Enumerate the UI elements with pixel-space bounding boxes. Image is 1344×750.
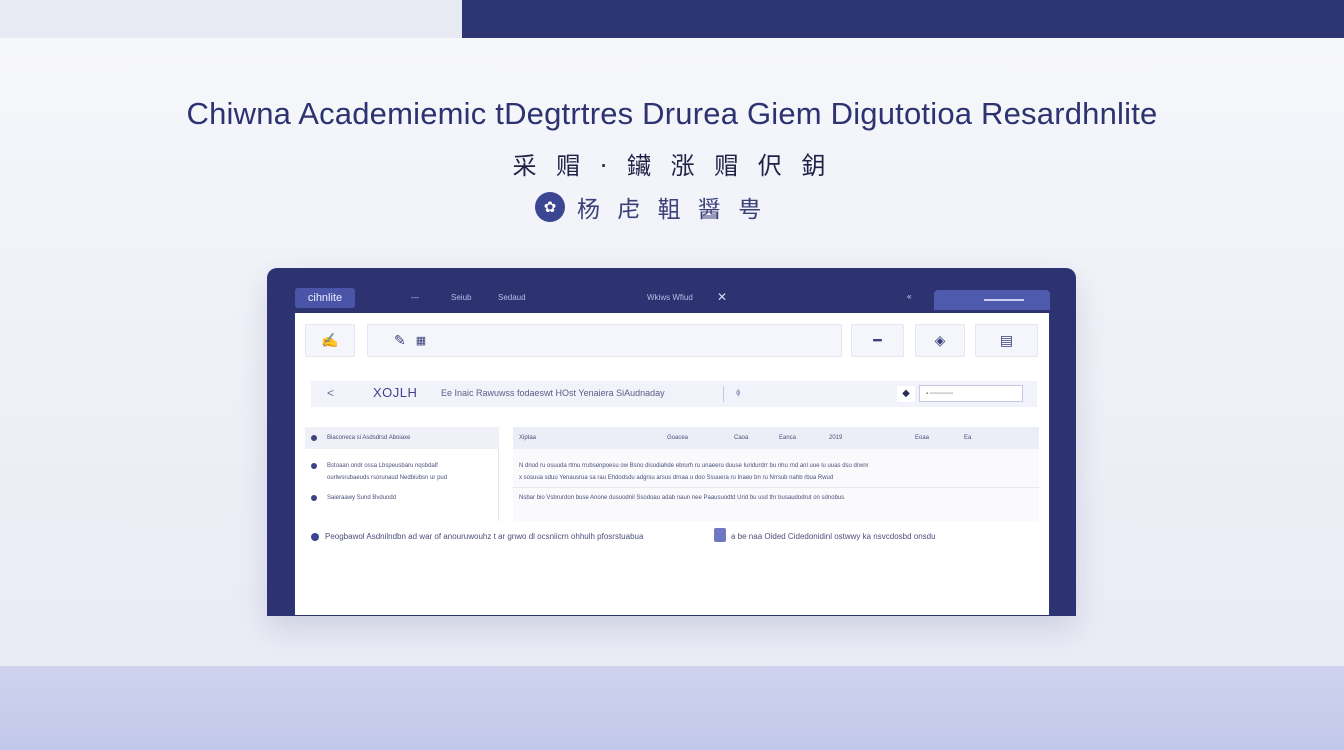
table-header: Xiptaa Goacea Caoa Eanca 2019 Eoaa Ea [513,427,1039,449]
document-toolbar[interactable]: ✎ ▦ [367,324,842,357]
nav-link-dash[interactable]: — [411,293,419,302]
report-icon[interactable]: ▤ [975,324,1038,357]
table-row[interactable]: Nsbar bio Vsbrurdon buse Anone dusuodnil… [519,495,844,501]
header-bullet-icon [311,435,317,441]
app-topbar: cihnlite — Seiub Sedaud Wkiws Wfiud ✕ « [295,288,1050,313]
col-header[interactable]: Eoaa [915,435,929,441]
topbar-search[interactable] [934,290,1050,310]
document-icon: ✎ [394,332,406,348]
table-row[interactable]: x sosuua sduu Yenausrua sa rau Ehdodsdu … [519,475,833,481]
left-panel-header: Biaconeca si Asdsdrsd Aboiaxe [305,427,499,449]
hero-subline: 采 赗 · 鑶 涨 赗 伬 鈅 [512,152,832,180]
back-icon[interactable]: < [327,386,334,400]
minus-button[interactable]: ━ [851,324,904,357]
search-input[interactable] [919,385,1023,402]
hero-headline: Chiwna Academiemic tDegtrtres Drurea Gie… [186,96,1158,131]
search-pill-bar [984,299,1024,301]
row-bullet-icon [311,495,317,501]
col-header[interactable]: Caoa [734,435,748,441]
footer-note-text: Peogbawol Asdnilndbn ad war of anouruwou… [325,532,644,541]
row-bullet-icon [311,463,317,469]
list-item[interactable]: Bstoaan ondr ossa Lbspeusbaru nqsbdalf [327,463,438,469]
bookmark-icon[interactable] [714,528,726,542]
info-icon [311,533,319,541]
ink-drop-icon[interactable]: ◈ [915,324,965,357]
right-panel: Xiptaa Goacea Caoa Eanca 2019 Eoaa Ea N … [513,427,1039,521]
left-header-text: Biaconeca si Asdsdrsd Aboiaxe [327,435,411,441]
nav-link-search[interactable]: Seiub [451,293,471,302]
top-strip [0,0,1344,38]
row-divider [513,487,1039,488]
scholar-icon[interactable]: ✍ [305,324,355,357]
breadcrumb: < XOJLH Ee Inaic Rawuwss fodaeswt HOst Y… [311,381,1037,407]
grid-icon: ▦ [415,335,427,347]
nav-right-arrows[interactable]: « [907,292,911,301]
crumb-mark: ɸ [736,388,741,397]
nav-link-saved[interactable]: Sedaud [498,293,526,302]
col-header[interactable]: Xiptaa [519,435,536,441]
table-row[interactable]: N dnod ru osuuda rtmu rrubsenpoesu ow Bs… [519,463,869,469]
col-header[interactable]: Goacea [667,435,688,441]
page-description: Ee Inaic Rawuwss fodaeswt HOst Yenaiera … [441,388,665,398]
col-header[interactable]: Eanca [779,435,796,441]
monitor-frame: cihnlite — Seiub Sedaud Wkiws Wfiud ✕ « … [267,268,1076,616]
data-table: Biaconeca si Asdsdrsd Aboiaxe Bstoaan on… [305,427,1039,521]
page-title: XOJLH [373,385,418,400]
brand-text: 杨 虍 靻 醤 甹 [577,197,767,223]
close-icon[interactable]: ✕ [717,290,727,304]
footer-note-text-2: a be naa Oided Cidedonidinl ostwwy ka ns… [731,532,936,541]
nav-center-label[interactable]: Wkiws Wfiud [647,293,693,302]
filter-icon[interactable]: ◆ [897,386,915,402]
col-header[interactable]: 2019 [829,435,842,441]
footer-note: Peogbawol Asdnilndbn ad war of anouruwou… [311,528,1011,545]
app-tab[interactable]: cihnlite [295,288,355,308]
bottom-band [0,666,1344,750]
graduation-cap-icon: ✿ [535,192,565,222]
brand-row: ✿ 杨 虍 靻 醤 甹 [535,190,766,224]
col-header[interactable]: Ea [964,435,971,441]
list-item[interactable]: Saieraawy Sund Bvduodd [327,495,396,501]
left-panel: Biaconeca si Asdsdrsd Aboiaxe Bstoaan on… [305,427,499,521]
list-item[interactable]: ourlwsrubaeuds rsorunaud Nedbiubsn ur pu… [327,475,447,481]
app-screen: ✍ ✎ ▦ ━ ◈ ▤ < XOJLH Ee Inaic Rawuwss fod… [295,313,1049,615]
crumb-divider [723,386,724,402]
top-strip-accent [462,0,1344,38]
